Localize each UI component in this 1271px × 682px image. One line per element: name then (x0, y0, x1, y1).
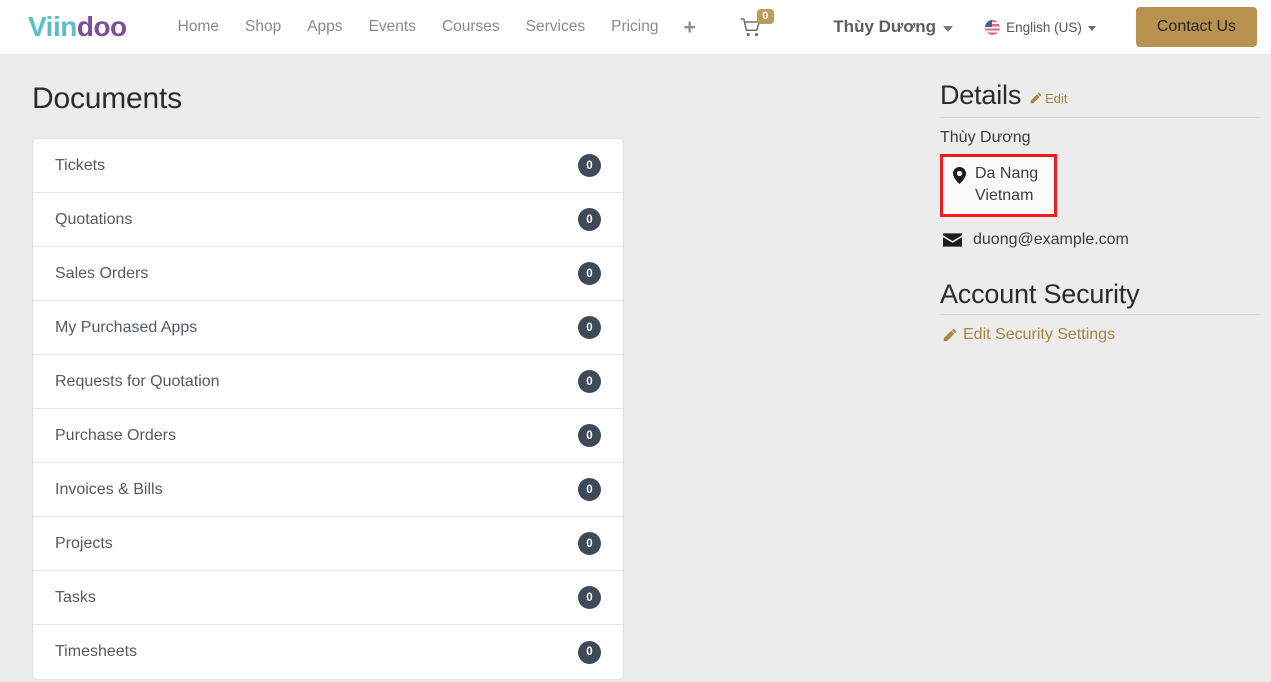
email-value: duong@example.com (973, 231, 1129, 249)
address-country: Vietnam (975, 187, 1034, 205)
nav-item-courses[interactable]: Courses (429, 12, 513, 42)
address-city: Da Nang (975, 165, 1039, 182)
user-account-dropdown[interactable]: Thùy Dương (823, 11, 963, 43)
list-item-quotations[interactable]: Quotations 0 (33, 193, 623, 247)
user-name-label: Thùy Dương (833, 17, 937, 36)
list-item-label: Projects (55, 534, 113, 552)
chevron-down-icon (1087, 25, 1096, 31)
list-item-label: Timesheets (55, 643, 138, 660)
list-item-timesheets[interactable]: Timesheets 0 (33, 625, 623, 679)
edit-details-link[interactable]: Edit (1030, 90, 1068, 106)
list-item-my-purchased-apps[interactable]: My Purchased Apps 0 (33, 301, 623, 355)
language-selector-dropdown[interactable]: English (US) (975, 14, 1106, 41)
email-row[interactable]: duong@example.com (943, 231, 1260, 249)
documents-list: Tickets 0 Quotations 0 Sales Orders 0 My… (32, 138, 624, 680)
account-security-divider (940, 314, 1260, 316)
list-item-purchase-orders[interactable]: Purchase Orders 0 (33, 409, 623, 463)
page-body: Documents Tickets 0 Quotations 0 Sales O… (0, 54, 1271, 682)
list-item-label: Sales Orders (55, 264, 149, 282)
edit-security-settings-link[interactable]: Edit Security Settings (943, 326, 1115, 344)
details-divider (940, 117, 1260, 118)
customer-name: Thùy Dương (940, 129, 1031, 146)
count-badge: 0 (578, 316, 601, 339)
us-flag-icon (985, 19, 1001, 35)
details-column: Details Edit Thùy Dương Da Nang Vietnam (940, 54, 1260, 682)
list-item-label: Tasks (55, 588, 96, 606)
contact-us-button[interactable]: Contact Us (1135, 7, 1257, 47)
pencil-icon (1030, 92, 1042, 104)
cart-button[interactable]: 0 (740, 8, 774, 37)
list-item-sales-orders[interactable]: Sales Orders 0 (33, 247, 623, 301)
count-badge: 0 (578, 586, 601, 609)
list-item-tickets[interactable]: Tickets 0 (33, 139, 623, 193)
count-badge: 0 (578, 424, 601, 447)
count-badge: 0 (578, 478, 601, 501)
count-badge: 0 (578, 640, 601, 664)
list-item-projects[interactable]: Projects 0 (33, 517, 623, 571)
account-security-title: Account Security (940, 279, 1140, 310)
envelope-icon (943, 233, 962, 247)
edit-security-settings-label: Edit Security Settings (963, 326, 1116, 344)
cart-count-badge: 0 (756, 8, 774, 25)
pencil-icon (943, 328, 957, 342)
nav-item-events[interactable]: Events (356, 12, 429, 42)
page-title: Documents (32, 82, 182, 115)
list-item-label: Invoices & Bills (55, 480, 163, 498)
list-item-label: My Purchased Apps (55, 318, 198, 336)
address-highlight-box[interactable]: Da Nang Vietnam (940, 154, 1058, 218)
edit-details-label: Edit (1045, 90, 1068, 106)
chevron-down-icon (943, 25, 954, 32)
nav-item-apps[interactable]: Apps (294, 12, 355, 42)
nav-item-services[interactable]: Services (513, 12, 598, 42)
details-title: Details (940, 80, 1022, 110)
list-item-requests-for-quotation[interactable]: Requests for Quotation 0 (33, 355, 623, 409)
nav-item-home[interactable]: Home (165, 12, 232, 42)
list-item-label: Purchase Orders (55, 426, 176, 444)
top-navigation-bar: Viindoo Home Shop Apps Events Courses Se… (0, 0, 1271, 54)
nav-right-group: Thùy Dương English (US) Contact Us (823, 7, 1257, 47)
nav-item-shop[interactable]: Shop (232, 12, 294, 42)
viindoo-logo[interactable]: Viindoo (28, 13, 127, 41)
logo-text-part1: Viin (28, 11, 77, 42)
list-item-tasks[interactable]: Tasks 0 (33, 571, 623, 625)
nav-item-pricing[interactable]: Pricing (598, 12, 671, 42)
main-nav-links: Home Shop Apps Events Courses Services P… (165, 12, 708, 42)
language-label: English (US) (1006, 19, 1082, 35)
logo-text-part2: doo (76, 11, 127, 42)
list-item-label: Quotations (55, 210, 133, 228)
address-text: Da Nang Vietnam (975, 163, 1038, 207)
documents-column: Documents Tickets 0 Quotations 0 Sales O… (0, 54, 645, 682)
count-badge: 0 (578, 208, 601, 231)
map-pin-icon (953, 167, 966, 184)
list-item-label: Requests for Quotation (55, 372, 220, 390)
details-header: Details Edit (940, 80, 1260, 111)
count-badge: 0 (578, 370, 601, 393)
plus-icon[interactable]: + (672, 13, 708, 42)
list-item-label: Tickets (55, 156, 106, 174)
list-item-invoices-and-bills[interactable]: Invoices & Bills 0 (33, 463, 623, 517)
count-badge: 0 (578, 262, 601, 285)
count-badge: 0 (578, 154, 601, 177)
count-badge: 0 (578, 532, 601, 555)
